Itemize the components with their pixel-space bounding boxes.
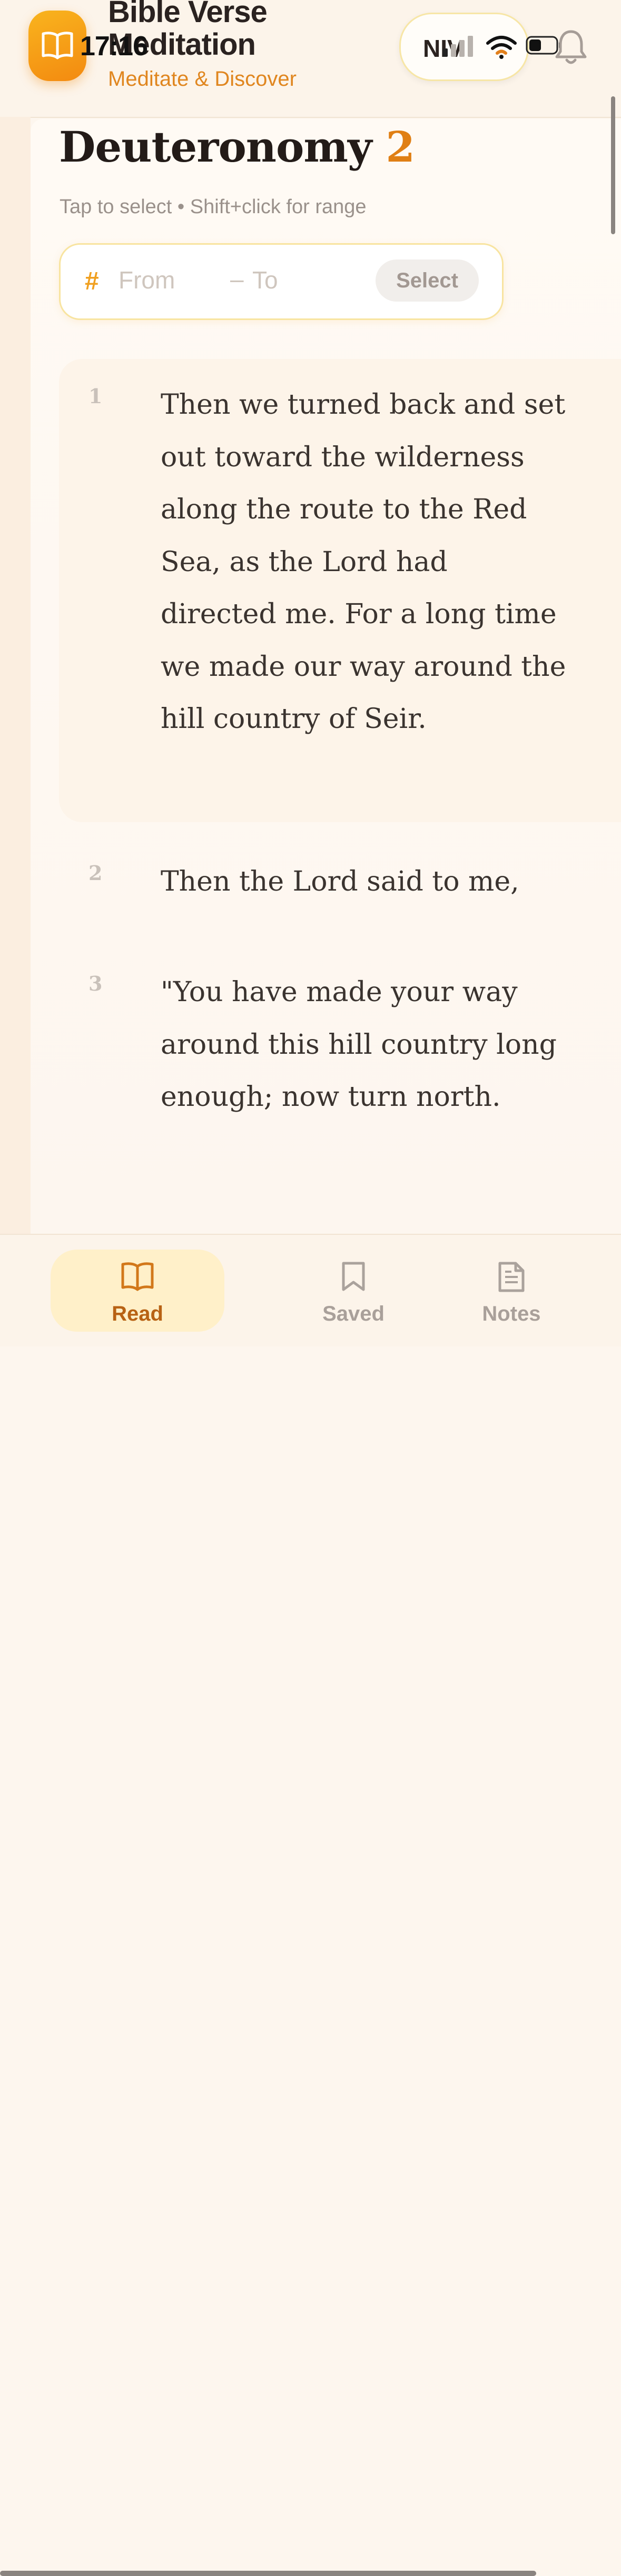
app-subtitle: Meditate & Discover <box>108 67 297 91</box>
wifi-icon <box>486 36 517 59</box>
to-verse-input[interactable] <box>251 264 359 296</box>
selection-hint: Tap to select • Shift+click for range <box>60 196 367 218</box>
verse-number: 3 <box>88 972 103 995</box>
tab-notes[interactable]: Notes <box>482 1250 621 1332</box>
bookmark-icon <box>342 1262 365 1291</box>
bottom-tab-bar: Read Saved Notes <box>0 1234 621 2576</box>
document-icon <box>498 1262 525 1292</box>
chapter-title: Deuteronomy 2 <box>59 122 415 172</box>
hash-icon: # <box>85 267 99 295</box>
verse-text: Then the Lord said to me, <box>161 866 519 897</box>
verse-number: 2 <box>88 861 103 885</box>
verse-text: Then we turned back and set out toward t… <box>161 389 566 735</box>
tab-read[interactable]: Read <box>51 1250 224 1332</box>
left-margin <box>0 117 31 1234</box>
tab-saved[interactable]: Saved <box>267 1250 440 1332</box>
tab-saved-label: Saved <box>322 1302 385 1325</box>
status-time: 17:16 <box>80 31 148 62</box>
verse-text: "You have made your way around this hill… <box>161 976 557 1113</box>
cellular-signal-icon <box>442 36 473 57</box>
range-dash: – <box>230 265 244 293</box>
verse-number: 1 <box>88 384 103 408</box>
tab-read-label: Read <box>112 1302 163 1325</box>
chapter-book: Deuteronomy <box>59 122 372 172</box>
from-verse-input[interactable] <box>117 264 220 296</box>
chapter-number: 2 <box>386 122 415 172</box>
app-header: Bible Verse Meditation 17:16 Meditate & … <box>0 0 621 118</box>
app-logo[interactable] <box>28 11 86 81</box>
home-indicator <box>0 2571 536 2576</box>
select-range-button[interactable]: Select <box>376 259 479 302</box>
open-book-icon <box>121 1262 154 1291</box>
open-book-icon <box>42 32 73 59</box>
tab-notes-label: Notes <box>482 1302 541 1325</box>
verse-range-selector: # – Select <box>59 243 504 320</box>
bell-icon[interactable] <box>554 28 588 66</box>
scrollbar[interactable] <box>611 96 615 234</box>
